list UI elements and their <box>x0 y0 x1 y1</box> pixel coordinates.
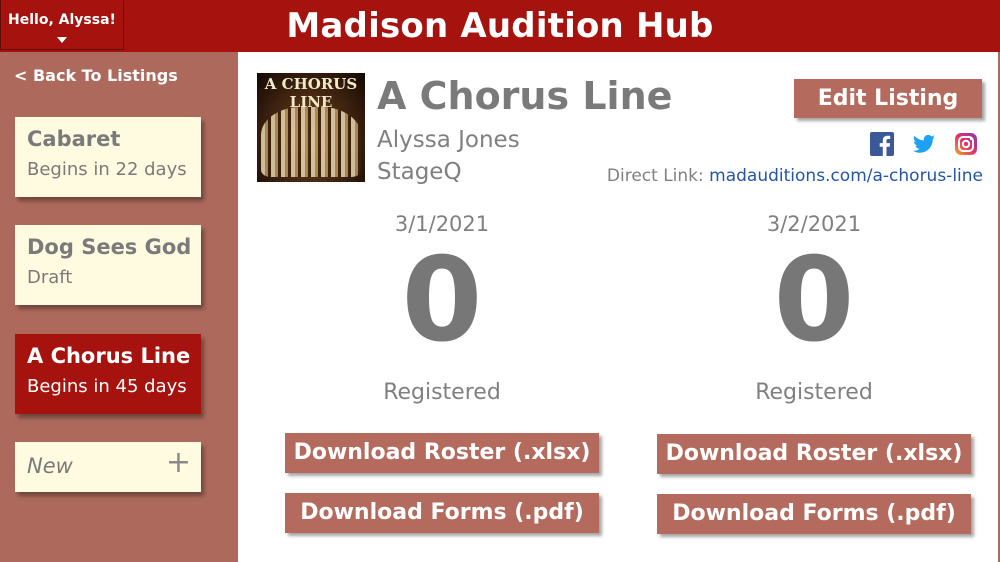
edit-listing-button[interactable]: Edit Listing <box>794 79 982 118</box>
poster-title: A CHORUS LINE <box>264 75 358 111</box>
top-bar: Hello, Alyssa! Madison Audition Hub <box>0 0 1000 52</box>
direct-link-row: Direct Link: madauditions.com/a-chorus-l… <box>607 166 983 186</box>
show-poster-image: A CHORUS LINE <box>257 73 365 182</box>
registered-count: 0 <box>773 233 855 368</box>
registered-count: 0 <box>401 233 483 368</box>
back-to-listings-link[interactable]: < Back To Listings <box>14 66 178 85</box>
plus-icon: + <box>165 445 191 480</box>
direct-link-label: Direct Link: <box>606 166 704 186</box>
app-title: Madison Audition Hub <box>286 6 714 46</box>
direct-link-url[interactable]: madauditions.com/a-chorus-line <box>709 166 983 186</box>
audition-day-1: 3/1/2021 0 Registered <box>282 212 602 405</box>
listing-card-title: Dog Sees God <box>27 235 192 259</box>
twitter-icon[interactable] <box>912 132 936 156</box>
show-title: A Chorus Line <box>377 74 673 118</box>
listing-card-title: Cabaret <box>27 127 121 151</box>
download-roster-button-day-1[interactable]: Download Roster (.xlsx) <box>285 433 599 473</box>
registered-label: Registered <box>755 380 873 405</box>
listing-card-cabaret[interactable]: Cabaret Begins in 22 days <box>15 117 201 197</box>
listing-card-status: Begins in 45 days <box>27 376 187 397</box>
listing-detail-panel: A CHORUS LINE A Chorus Line Alyssa Jones… <box>238 52 1000 562</box>
instagram-icon[interactable] <box>954 132 978 156</box>
listing-card-a-chorus-line[interactable]: A Chorus Line Begins in 45 days <box>15 334 201 414</box>
producer-name: Alyssa Jones <box>377 127 520 153</box>
listing-card-status: Draft <box>27 267 73 288</box>
new-listing-label: New <box>27 454 73 478</box>
user-menu[interactable]: Hello, Alyssa! <box>0 0 124 50</box>
listing-card-title: A Chorus Line <box>27 344 191 368</box>
facebook-icon[interactable] <box>870 132 894 156</box>
listing-card-status: Begins in 22 days <box>27 159 187 180</box>
poster-dancers <box>261 107 361 177</box>
caret-down-icon <box>57 37 67 43</box>
sidebar: < Back To Listings Cabaret Begins in 22 … <box>0 52 238 562</box>
new-listing-button[interactable]: New + <box>15 442 201 492</box>
registered-label: Registered <box>383 380 501 405</box>
download-forms-button-day-2[interactable]: Download Forms (.pdf) <box>657 494 971 534</box>
download-roster-button-day-2[interactable]: Download Roster (.xlsx) <box>657 434 971 474</box>
user-greeting: Hello, Alyssa! <box>8 12 116 28</box>
download-forms-button-day-1[interactable]: Download Forms (.pdf) <box>285 493 599 533</box>
theater-name: StageQ <box>377 159 462 185</box>
listing-card-dog-sees-god[interactable]: Dog Sees God Draft <box>15 225 201 305</box>
audition-day-2: 3/2/2021 0 Registered <box>654 212 974 405</box>
